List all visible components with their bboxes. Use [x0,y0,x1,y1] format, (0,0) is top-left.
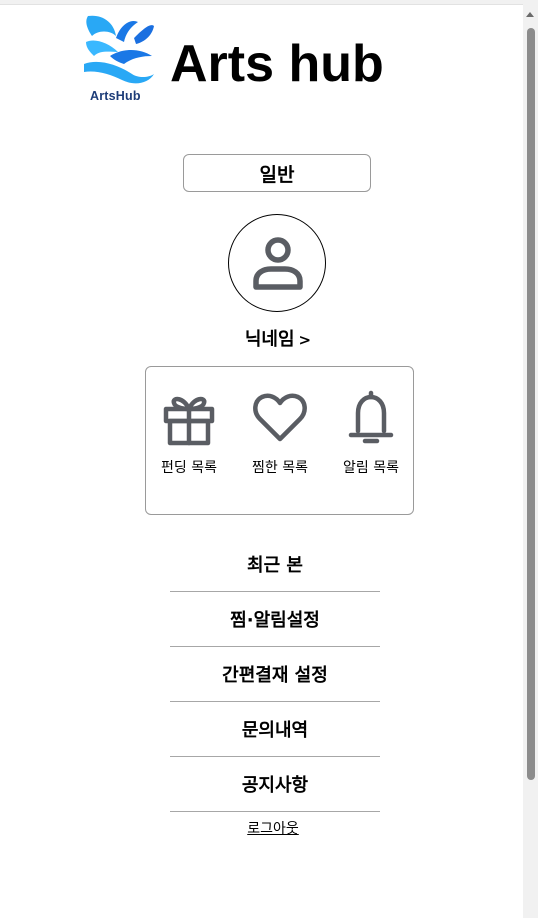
gift-icon [163,396,215,446]
avatar[interactable] [228,214,326,312]
app-title: Arts hub [170,35,384,93]
mypage-menu: 최근 본 찜·알림설정 간편결재 설정 문의내역 공지사항 [170,537,380,812]
logout-link[interactable]: 로그아웃 [0,818,538,838]
vertical-scrollbar[interactable] [523,4,538,918]
browser-top-edge [0,0,538,5]
logo-splash-icon [84,15,154,84]
liked-list-button[interactable]: 찜한 목록 [237,389,323,477]
menu-item-like-notification-settings[interactable]: 찜·알림설정 [170,592,380,647]
nickname-link[interactable]: 닉네임 > [0,325,538,351]
funding-list-label: 펀딩 목록 [161,460,217,476]
liked-list-label: 찜한 목록 [252,460,308,476]
notification-list-button[interactable]: 알림 목록 [328,389,414,477]
scroll-up-arrow-icon[interactable] [526,12,534,17]
bell-icon [348,390,394,444]
nickname-text: 닉네임 [244,329,295,350]
chevron-right-icon: > [298,331,312,349]
menu-item-easy-payment-settings[interactable]: 간편결재 설정 [170,647,380,702]
shortcut-panel: 펀딩 목록 찜한 목록 알림 목록 [145,366,414,515]
funding-list-button[interactable]: 펀딩 목록 [146,389,232,477]
menu-item-recently-viewed[interactable]: 최근 본 [170,537,380,592]
menu-item-notices[interactable]: 공지사항 [170,757,380,812]
user-icon [253,237,303,290]
logo-text: ArtsHub [90,89,141,103]
menu-item-inquiry-history[interactable]: 문의내역 [170,702,380,757]
heart-icon [253,393,307,442]
artshub-logo[interactable]: ArtsHub [80,12,158,106]
member-grade-badge: 일반 [183,154,371,192]
scroll-thumb[interactable] [527,28,535,780]
notification-list-label: 알림 목록 [343,460,399,476]
